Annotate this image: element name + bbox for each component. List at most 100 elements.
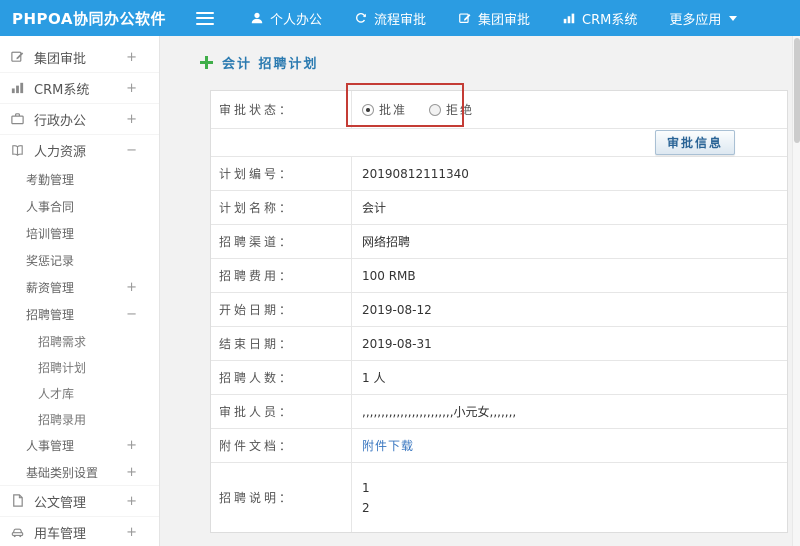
car-icon	[10, 524, 26, 540]
sidebar-item-attendance[interactable]: 考勤管理	[0, 166, 159, 193]
field-label: 招聘说明：	[219, 491, 295, 505]
workflow-icon	[354, 11, 368, 25]
attachment-download-link[interactable]: 附件下载	[362, 437, 414, 454]
table-row: 招聘人数： 1 人	[211, 361, 787, 395]
field-label: 招聘人数：	[219, 371, 295, 385]
book-icon	[10, 143, 26, 159]
radio-unchecked-icon	[429, 103, 442, 116]
approval-button-row: 审批信息	[211, 129, 787, 157]
sidebar-item-personnel[interactable]: 人事管理 +	[0, 432, 159, 459]
field-value: 1 2	[351, 463, 787, 532]
sidebar-item-base-category[interactable]: 基础类别设置 +	[0, 459, 159, 486]
expand-toggle[interactable]: +	[126, 526, 137, 539]
table-row: 招聘费用： 100 RMB	[211, 259, 787, 293]
sidebar-item-crm[interactable]: CRM系统 +	[0, 73, 159, 104]
caret-down-icon	[729, 15, 738, 21]
radio-label: 批准	[379, 103, 408, 117]
field-label: 附件文档：	[219, 439, 295, 453]
add-icon	[200, 55, 213, 69]
radio-approve[interactable]: 批准	[362, 101, 407, 118]
description-line: 2	[362, 500, 370, 515]
field-value: 1 人	[351, 361, 787, 394]
nav-label: CRM系统	[582, 12, 638, 28]
expand-toggle[interactable]: +	[126, 281, 137, 294]
field-value: ,,,,,,,,,,,,,,,,,,,,,,,,小元女,,,,,,,	[351, 395, 787, 428]
sidebar: 集团审批 + CRM系统 + 行政办公 + 人力资源 − 考勤管理 人事合同 培…	[0, 36, 160, 546]
field-label: 计划编号：	[219, 167, 295, 181]
sidebar-item-recruit-hire[interactable]: 招聘录用	[0, 406, 159, 432]
approval-status-options: 批准 拒绝	[351, 91, 787, 128]
expand-toggle[interactable]: +	[126, 113, 137, 126]
field-value: 附件下载	[351, 429, 787, 462]
expand-toggle[interactable]: +	[126, 466, 137, 479]
collapse-toggle[interactable]: −	[126, 308, 137, 321]
field-label: 开始日期：	[219, 303, 295, 317]
nav-label: 流程审批	[374, 12, 427, 28]
field-label: 审批人员：	[219, 405, 295, 419]
briefcase-icon	[10, 111, 26, 127]
nav-more-apps[interactable]: 更多应用	[653, 0, 753, 36]
field-value: 100 RMB	[351, 259, 787, 292]
hamburger-icon[interactable]	[196, 11, 214, 25]
sidebar-item-hr-contract[interactable]: 人事合同	[0, 193, 159, 220]
sidebar-item-training[interactable]: 培训管理	[0, 220, 159, 247]
sidebar-item-admin-office[interactable]: 行政办公 +	[0, 104, 159, 135]
person-icon	[250, 11, 264, 25]
field-value: 20190812111340	[351, 157, 787, 190]
table-row: 结束日期： 2019-08-31	[211, 327, 787, 361]
expand-toggle[interactable]: +	[126, 82, 137, 95]
field-label: 结束日期：	[219, 337, 295, 351]
expand-toggle[interactable]: +	[126, 51, 137, 64]
sidebar-item-document[interactable]: 公文管理 +	[0, 486, 159, 517]
approval-info-button[interactable]: 审批信息	[654, 130, 735, 155]
table-row: 审批人员： ,,,,,,,,,,,,,,,,,,,,,,,,小元女,,,,,,,	[211, 395, 787, 429]
approval-status-row: 审批状态： 批准 拒绝	[211, 91, 787, 129]
table-row: 招聘渠道： 网络招聘	[211, 225, 787, 259]
sidebar-item-group-approval[interactable]: 集团审批 +	[0, 42, 159, 73]
expand-toggle[interactable]: +	[126, 495, 137, 508]
radio-checked-icon	[362, 103, 374, 116]
nav-label: 集团审批	[478, 12, 531, 28]
edit-icon	[10, 49, 26, 65]
app-title: PHPOA协同办公软件	[12, 9, 166, 28]
recruit-plan-detail-table: 审批状态： 批准 拒绝 审批信息 计划编号： 20190812111340 计划…	[210, 90, 788, 533]
sidebar-item-rewards[interactable]: 奖惩记录	[0, 247, 159, 274]
vertical-scrollbar[interactable]	[792, 36, 800, 546]
nav-label: 个人办公	[270, 12, 323, 28]
field-label: 招聘渠道：	[219, 235, 295, 249]
nav-crm[interactable]: CRM系统	[546, 0, 653, 36]
field-value: 2019-08-31	[351, 327, 787, 360]
radio-label: 拒绝	[446, 103, 475, 117]
field-label: 审批状态：	[219, 103, 295, 117]
field-value: 会计	[351, 191, 787, 224]
document-icon	[10, 493, 26, 509]
sidebar-item-hr[interactable]: 人力资源 −	[0, 135, 159, 166]
sidebar-item-recruit-plan[interactable]: 招聘计划	[0, 354, 159, 380]
field-value: 2019-08-12	[351, 293, 787, 326]
radio-reject[interactable]: 拒绝	[429, 101, 474, 118]
expand-toggle[interactable]: +	[126, 439, 137, 452]
nav-workflow-approval[interactable]: 流程审批	[338, 0, 442, 36]
breadcrumb: 会计 招聘计划	[200, 52, 792, 72]
top-nav: 个人办公 流程审批 集团审批 CRM系统 更多应用	[234, 0, 753, 36]
scrollbar-thumb[interactable]	[794, 38, 800, 143]
field-label: 计划名称：	[219, 201, 295, 215]
nav-personal-office[interactable]: 个人办公	[234, 0, 338, 36]
bar-chart-icon	[562, 11, 576, 25]
sidebar-item-recruit-demand[interactable]: 招聘需求	[0, 328, 159, 354]
collapse-toggle[interactable]: −	[126, 144, 137, 157]
sidebar-item-recruitment[interactable]: 招聘管理 −	[0, 301, 159, 328]
sidebar-item-vehicle[interactable]: 用车管理 +	[0, 517, 159, 546]
table-row: 计划名称： 会计	[211, 191, 787, 225]
table-row: 开始日期： 2019-08-12	[211, 293, 787, 327]
table-row-attachment: 附件文档： 附件下载	[211, 429, 787, 463]
sidebar-item-salary[interactable]: 薪资管理 +	[0, 274, 159, 301]
table-row: 计划编号： 20190812111340	[211, 157, 787, 191]
main-content: 会计 招聘计划 审批状态： 批准 拒绝 审批信息 计划编号： 201908121	[160, 36, 792, 546]
nav-label: 更多应用	[669, 12, 722, 28]
nav-group-approval[interactable]: 集团审批	[442, 0, 546, 36]
page-title: 会计 招聘计划	[222, 56, 319, 72]
table-row-description: 招聘说明： 1 2	[211, 463, 787, 532]
sidebar-item-talent-pool[interactable]: 人才库	[0, 380, 159, 406]
description-line: 1	[362, 480, 370, 495]
